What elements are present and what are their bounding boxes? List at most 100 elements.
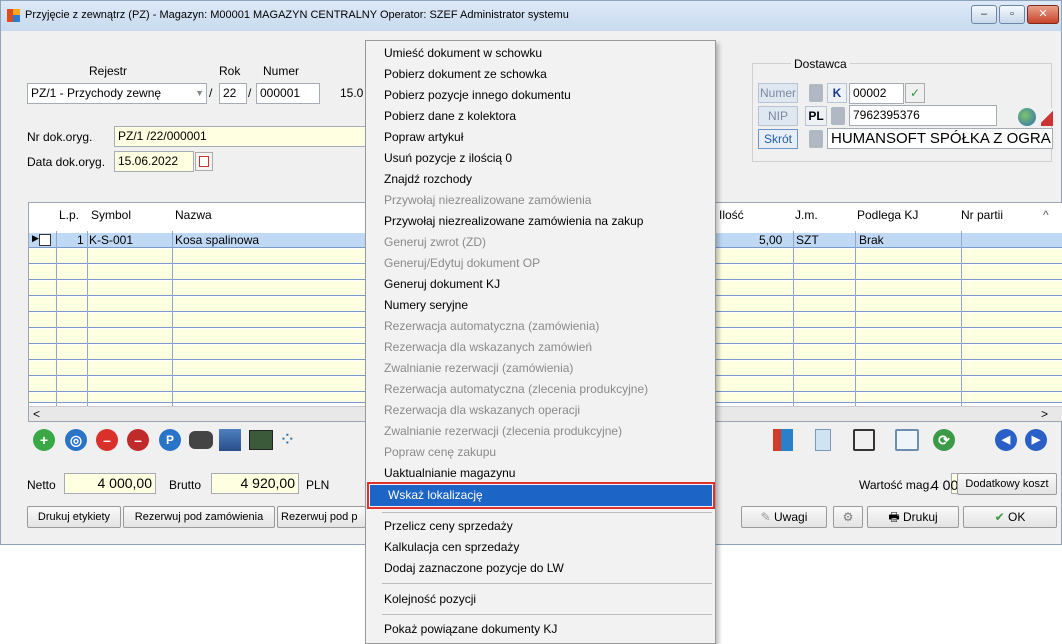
maximize-button[interactable]: ▫ bbox=[999, 5, 1025, 24]
context-menu: Umieść dokument w schowku Pobierz dokume… bbox=[365, 40, 716, 644]
remove-icon[interactable]: – bbox=[96, 429, 118, 451]
rok-label: Rok bbox=[219, 64, 241, 78]
k-code-box: K bbox=[827, 83, 847, 103]
scroll-right-icon[interactable]: > bbox=[1041, 407, 1048, 421]
menu-item-pobierz-z-kolektora[interactable]: Pobierz dane z kolektora bbox=[366, 106, 715, 127]
numer-input[interactable]: 000001 bbox=[256, 83, 320, 104]
next-icon[interactable]: ▶ bbox=[1025, 429, 1047, 451]
skrot-input[interactable]: HUMANSOFT SPÓŁKA Z OGRAN bbox=[827, 128, 1053, 149]
rezerwuj-pod-button[interactable]: Rezerwuj pod p bbox=[277, 506, 366, 528]
grid-column-divider bbox=[793, 231, 794, 407]
data-dok-oryg-input[interactable]: 15.06.2022 bbox=[114, 151, 194, 172]
cell-podlega-kj: Brak bbox=[859, 233, 884, 247]
menu-item-przywolaj-zamowienia-zakup[interactable]: Przywołaj niezrealizowane zamówienia na … bbox=[366, 211, 715, 232]
printer-settings-icon: ⚙ bbox=[842, 510, 854, 524]
menu-item-popraw-cene-zakupu: Popraw cenę zakupu bbox=[384, 445, 497, 459]
scroll-left-icon[interactable]: < bbox=[33, 407, 40, 421]
rezerwuj-zamowienia-button[interactable]: Rezerwuj pod zamówienia bbox=[123, 506, 275, 528]
p-icon[interactable]: P bbox=[159, 429, 181, 451]
data-dok-oryg-label: Data dok.oryg. bbox=[27, 155, 106, 169]
menu-item-przelicz-ceny[interactable]: Przelicz ceny sprzedaży bbox=[366, 516, 715, 537]
column-header-nr-partii[interactable]: Nr partii bbox=[961, 203, 1003, 229]
menu-item-wskaz-lokalizacje[interactable]: Wskaż lokalizację bbox=[367, 482, 715, 509]
refresh-icon[interactable]: ⟳ bbox=[933, 429, 955, 451]
uwagi-button[interactable]: ✎ Uwagi bbox=[741, 506, 827, 528]
menu-item-znajdz-rozchody[interactable]: Znajdź rozchody bbox=[366, 169, 715, 190]
column-header-ilosc[interactable]: Ilość bbox=[719, 203, 744, 229]
column-header-jm[interactable]: J.m. bbox=[795, 203, 818, 229]
column-header-nazwa[interactable]: Nazwa bbox=[175, 203, 212, 229]
document-icon[interactable] bbox=[815, 429, 831, 451]
dodatkowy-koszt-button[interactable]: Dodatkowy koszt bbox=[957, 473, 1057, 495]
report-icon[interactable] bbox=[773, 429, 793, 451]
nr-dok-oryg-input[interactable]: PZ/1 /22/000001 bbox=[114, 126, 366, 147]
menu-item-generuj-kj[interactable]: Generuj dokument KJ bbox=[366, 274, 715, 295]
grid-column-divider bbox=[172, 231, 173, 407]
flag-icon[interactable] bbox=[1041, 108, 1053, 126]
calendar-icon bbox=[199, 156, 209, 167]
drukuj-etykiety-button[interactable]: Drukuj etykiety bbox=[27, 506, 121, 528]
cell-jm: SZT bbox=[796, 233, 819, 247]
search-icon[interactable]: ◎ bbox=[65, 429, 87, 451]
rok-input[interactable]: 22 bbox=[219, 83, 247, 104]
printer-icon: 🖶 bbox=[888, 510, 903, 524]
menu-item-pokaz-dokumenty-kj[interactable]: Pokaż powiązane dokumenty KJ bbox=[366, 619, 715, 640]
ok-label: OK bbox=[1008, 510, 1026, 524]
column-header-podlega-kj[interactable]: Podlega KJ bbox=[857, 203, 918, 229]
rejestr-dropdown[interactable]: PZ/1 - Przychody zewnę ▼ bbox=[27, 83, 207, 104]
close-button[interactable]: ✕ bbox=[1027, 5, 1059, 24]
menu-item-usun-pozycje-zero[interactable]: Usuń pozycje z ilością 0 bbox=[366, 148, 715, 169]
previous-icon[interactable]: ◀ bbox=[995, 429, 1017, 451]
menu-item-zwalnianie-zlec: Zwalnianie rezerwacji (zlecenia produkcy… bbox=[384, 424, 623, 438]
chart-icon[interactable] bbox=[219, 429, 241, 451]
note-icon: ✎ bbox=[760, 510, 775, 524]
menu-item-umiesc-w-schowku[interactable]: Umieść dokument w schowku bbox=[366, 43, 715, 64]
minimize-button[interactable]: – bbox=[971, 5, 997, 24]
dostawca-label: Dostawca bbox=[791, 57, 850, 71]
nip-input[interactable]: 7962395376 bbox=[849, 105, 997, 126]
menu-item-pobierz-ze-schowka[interactable]: Pobierz dokument ze schowka bbox=[366, 64, 715, 85]
copy-icon[interactable] bbox=[895, 429, 919, 451]
menu-item-rezerwacja-operacji: Rezerwacja dla wskazanych operacji bbox=[384, 403, 581, 417]
lock-icon bbox=[809, 130, 823, 148]
dostawca-numer-input[interactable]: 00002 bbox=[849, 83, 904, 104]
title-bar[interactable]: Przyjęcie z zewnątrz (PZ) - Magazyn: M00… bbox=[1, 1, 1061, 31]
menu-item-uaktualnianie-magazynu[interactable]: Uaktualnianie magazynu bbox=[366, 463, 715, 484]
export-icon[interactable] bbox=[249, 430, 273, 450]
cell-ilosc: 5,00 bbox=[759, 233, 783, 247]
nip-tag-button[interactable]: NIP bbox=[758, 106, 798, 126]
add-icon[interactable]: + bbox=[33, 429, 55, 451]
numer-label: Numer bbox=[263, 64, 300, 78]
print-options-button[interactable]: ⚙ bbox=[833, 506, 863, 528]
globe-icon[interactable] bbox=[1018, 108, 1036, 126]
menu-item-dodaj-do-lw[interactable]: Dodaj zaznaczone pozycje do LW bbox=[366, 558, 715, 579]
menu-item-popraw-artykul[interactable]: Popraw artykuł bbox=[366, 127, 715, 148]
column-header-lp[interactable]: L.p. bbox=[59, 203, 79, 229]
remove-checked-icon[interactable]: – bbox=[127, 429, 149, 451]
netto-label: Netto bbox=[27, 478, 56, 492]
sort-icon[interactable]: ⁘ bbox=[279, 429, 301, 451]
binoculars-icon[interactable] bbox=[189, 431, 213, 449]
drukuj-button[interactable]: 🖶 Drukuj bbox=[867, 506, 959, 528]
menu-item-kolejnosc-pozycji[interactable]: Kolejność pozycji bbox=[366, 589, 715, 610]
row-checkbox[interactable] bbox=[39, 234, 51, 246]
calendar-button[interactable] bbox=[195, 152, 213, 171]
lock-icon bbox=[831, 107, 845, 125]
grid-column-divider bbox=[87, 231, 88, 407]
numer-tag-button[interactable]: Numer bbox=[758, 83, 798, 103]
menu-item-pobierz-pozycje[interactable]: Pobierz pozycje innego dokumentu bbox=[366, 85, 715, 106]
scroll-up-icon[interactable]: ^ bbox=[1043, 203, 1049, 229]
menu-item-kalkulacja-cen[interactable]: Kalkulacja cen sprzedaży bbox=[366, 537, 715, 558]
checkmark-icon: ✔ bbox=[994, 510, 1009, 524]
netto-value: 4 000,00 bbox=[64, 473, 156, 494]
chevron-down-icon: ▼ bbox=[195, 88, 204, 98]
menu-item-przywolaj-zamowienia: Przywołaj niezrealizowane zamówienia bbox=[384, 193, 592, 207]
menu-item-numery-seryjne[interactable]: Numery seryjne bbox=[366, 295, 715, 316]
skrot-tag-button[interactable]: Skrót bbox=[758, 129, 798, 149]
handshake-icon[interactable]: ✓ bbox=[905, 83, 925, 103]
save-icon[interactable] bbox=[853, 429, 875, 451]
ok-button[interactable]: ✔ OK bbox=[963, 506, 1057, 528]
separator-slash: / bbox=[248, 86, 252, 100]
column-header-symbol[interactable]: Symbol bbox=[91, 203, 131, 229]
nr-dok-oryg-label: Nr dok.oryg. bbox=[27, 130, 93, 144]
